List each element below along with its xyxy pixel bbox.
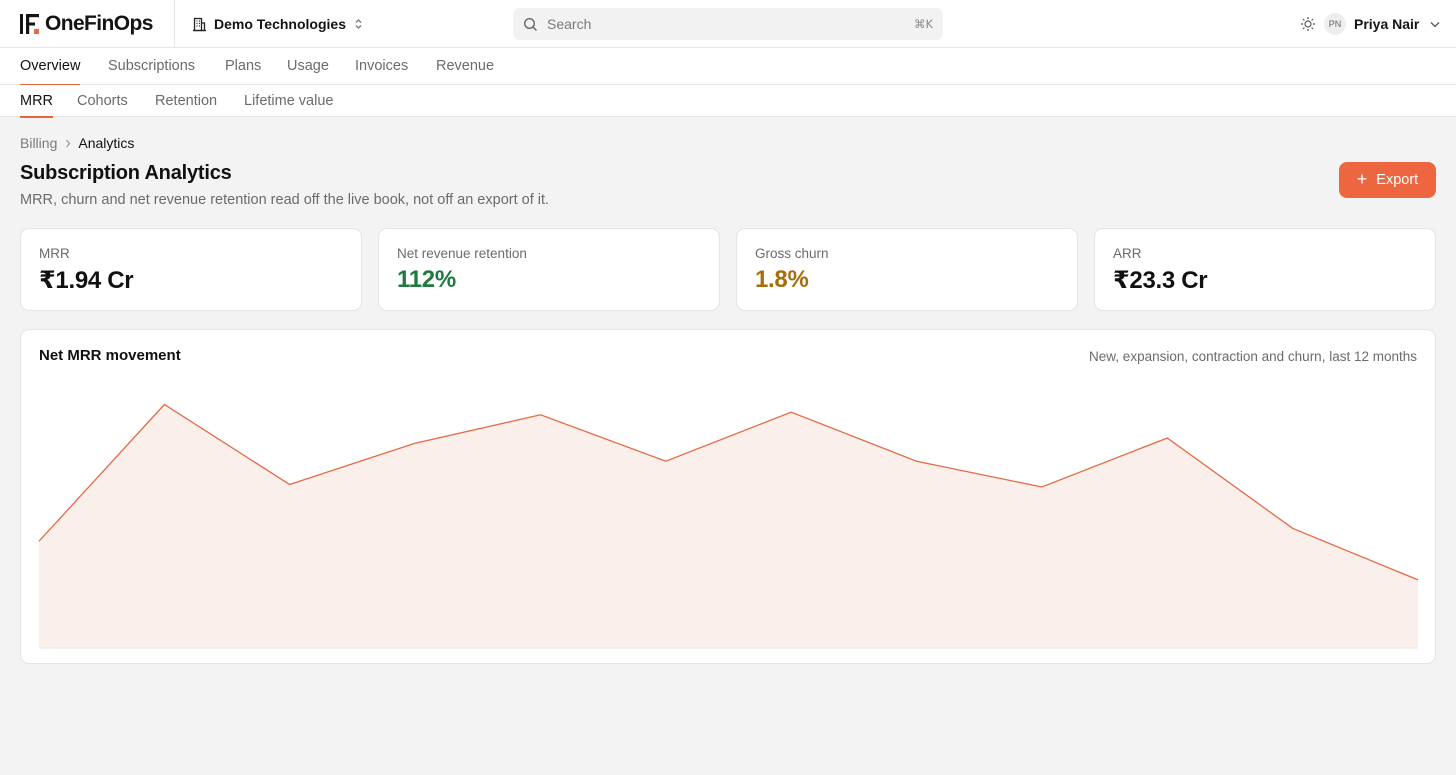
breadcrumb-current: Analytics [78, 135, 135, 151]
search-shortcut: ⌘K [913, 17, 933, 31]
search-bar[interactable]: ⌘K [513, 8, 943, 40]
tab-cohorts[interactable]: Cohorts [77, 85, 128, 117]
kpi-value: 112% [397, 266, 456, 293]
breadcrumb: Billing Analytics [20, 135, 134, 151]
kpi-card-arr: ARR ₹23.3 Cr [1094, 228, 1436, 311]
kpi-label: MRR [39, 246, 70, 261]
page-title: Subscription Analytics [20, 162, 232, 184]
export-label: Export [1376, 172, 1419, 188]
kpi-card-gross-churn: Gross churn 1.8% [736, 228, 1078, 311]
tab-usage[interactable]: Usage [287, 48, 329, 85]
kpi-label: ARR [1113, 246, 1142, 261]
primary-tabs: Overview Subscriptions Plans Usage Invoi… [0, 48, 1456, 86]
avatar[interactable]: PN [1324, 13, 1346, 35]
tab-subscriptions[interactable]: Subscriptions [108, 48, 195, 85]
breadcrumb-billing[interactable]: Billing [20, 135, 57, 151]
search-input[interactable] [547, 16, 914, 32]
tab-mrr[interactable]: MRR [20, 85, 54, 118]
org-name: Demo Technologies [214, 16, 346, 32]
tab-plans[interactable]: Plans [225, 48, 261, 85]
search-icon [523, 17, 537, 31]
page-subtitle: MRR, churn and net revenue retention rea… [20, 192, 550, 208]
chevron-right-icon [65, 139, 71, 148]
kpi-label: Gross churn [755, 246, 829, 261]
user-menu[interactable]: Priya Nair [1354, 14, 1440, 34]
tab-revenue[interactable]: Revenue [436, 48, 494, 85]
mrr-movement-panel: Net MRR movement New, expansion, contrac… [20, 329, 1436, 664]
building-icon [193, 17, 206, 31]
logo-mark-icon [20, 14, 39, 34]
tab-invoices[interactable]: Invoices [355, 48, 408, 85]
top-bar: OneFinOps Demo Technologies ⌘K PN Priya … [0, 0, 1456, 48]
tab-lifetime-value[interactable]: Lifetime value [244, 85, 333, 117]
mrr-area-chart [38, 403, 1419, 649]
kpi-value: ₹1.94 Cr [39, 267, 134, 294]
chart-title: Net MRR movement [39, 347, 181, 364]
sun-icon[interactable] [1300, 16, 1316, 32]
chevron-up-down-icon [355, 19, 362, 29]
brand-name: OneFinOps [45, 12, 153, 35]
kpi-card-net-revenue-retention: Net revenue retention 112% [378, 228, 720, 311]
tab-retention[interactable]: Retention [155, 85, 217, 117]
user-name: Priya Nair [1354, 16, 1420, 32]
plus-icon: + [1356, 169, 1368, 189]
header-divider [174, 0, 175, 48]
chart-subtitle: New, expansion, contraction and churn, l… [1089, 349, 1417, 364]
org-switcher[interactable]: Demo Technologies [192, 14, 370, 34]
kpi-card-mrr: MRR ₹1.94 Cr [20, 228, 362, 311]
kpi-value: 1.8% [755, 266, 809, 293]
export-button[interactable]: + Export [1339, 162, 1436, 198]
tab-overview[interactable]: Overview [20, 48, 81, 86]
chart-area-fill [39, 404, 1418, 648]
kpi-value: ₹23.3 Cr [1113, 267, 1208, 294]
secondary-tabs: MRR Cohorts Retention Lifetime value [0, 85, 1456, 118]
chevron-down-icon [1430, 21, 1440, 27]
brand-logo[interactable]: OneFinOps [20, 11, 153, 37]
kpi-label: Net revenue retention [397, 246, 527, 261]
